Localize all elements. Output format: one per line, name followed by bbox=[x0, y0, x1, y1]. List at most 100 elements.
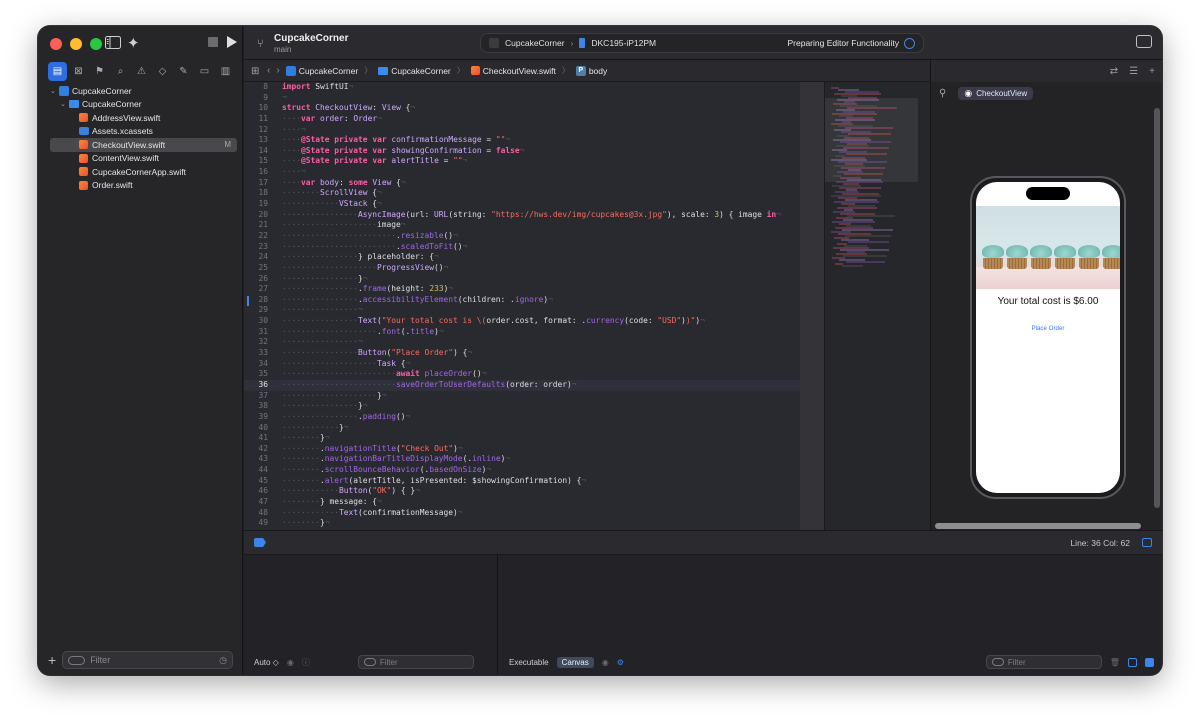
canvas-horizontal-scrollbar[interactable] bbox=[935, 523, 1141, 529]
code-line[interactable]: 18 ········ScrollView {¬ bbox=[244, 188, 800, 199]
close-window-button[interactable] bbox=[50, 38, 62, 50]
panel-toggle-icon[interactable] bbox=[1142, 538, 1152, 547]
code-line[interactable]: 45 ········.alert(alertTitle, isPresented… bbox=[244, 476, 800, 487]
chevron-down-icon[interactable]: ⌄ bbox=[60, 100, 68, 108]
scheme-target[interactable]: CupcakeCorner bbox=[505, 38, 565, 48]
code-line[interactable]: 14 ····@State private var showingConfirma… bbox=[244, 146, 800, 157]
canvas-tab[interactable]: Canvas bbox=[556, 656, 594, 668]
code-line[interactable]: 36 ························saveOrderToUse… bbox=[244, 379, 800, 391]
place-order-button[interactable]: Place Order bbox=[976, 325, 1120, 332]
debug-navigator-icon[interactable]: ⚙ bbox=[617, 658, 624, 667]
navigator-filter-field[interactable]: Filter ◷ bbox=[62, 651, 233, 669]
code-line[interactable]: 46 ············Button("OK") { }¬ bbox=[244, 486, 800, 497]
trash-icon[interactable]: 🗑 bbox=[1110, 658, 1120, 667]
inspector-toggle-icon[interactable] bbox=[1136, 35, 1152, 48]
recent-files-icon[interactable]: ◷ bbox=[219, 655, 227, 666]
breadcrumb-symbol[interactable]: Pbody bbox=[575, 65, 607, 76]
code-lines[interactable]: 8 import SwiftUI¬ 9 ¬ 10 struct CheckoutView:… bbox=[244, 82, 800, 530]
minimize-window-button[interactable] bbox=[70, 38, 82, 50]
code-line[interactable]: 23 ························.scaledToFit()… bbox=[244, 242, 800, 253]
source-editor[interactable]: 8 import SwiftUI¬ 9 ¬ 10 struct CheckoutView:… bbox=[244, 82, 824, 530]
code-line[interactable]: 26 ················}¬ bbox=[244, 274, 800, 285]
info-icon[interactable]: ⓘ bbox=[302, 657, 310, 668]
code-line[interactable]: 17 ····var body: some View {¬ bbox=[244, 178, 800, 189]
code-line[interactable]: 25 ····················ProgressView()¬ bbox=[244, 263, 800, 274]
sidebar-item[interactable]: ContentView.swift bbox=[38, 152, 243, 166]
code-line[interactable]: 20 ················AsyncImage(url: URL(st… bbox=[244, 210, 800, 221]
related-items-icon[interactable]: ⊞ bbox=[251, 66, 261, 77]
code-line[interactable]: 29 ················¬ bbox=[244, 305, 800, 316]
code-line[interactable]: 41 ········}¬ bbox=[244, 433, 800, 444]
find-icon[interactable]: ⌕ bbox=[111, 62, 130, 81]
canvas-vertical-scrollbar[interactable] bbox=[1154, 108, 1160, 508]
sidebar-item[interactable]: CheckoutView.swift M bbox=[50, 138, 237, 152]
sparkle-icon[interactable]: ✦ bbox=[127, 34, 140, 52]
code-line[interactable]: 15 ····@State private var alertTitle = ""… bbox=[244, 156, 800, 167]
code-line[interactable]: 19 ············VStack {¬ bbox=[244, 199, 800, 210]
auto-selector[interactable]: Auto ◇ bbox=[254, 658, 279, 667]
adjust-editor-icon[interactable]: ☰ bbox=[1129, 66, 1138, 77]
breakpoint-icon[interactable]: ▭ bbox=[195, 62, 214, 81]
test-icon[interactable]: ◇ bbox=[153, 62, 172, 81]
code-line[interactable]: 48 ············Text(confirmationMessage)¬ bbox=[244, 508, 800, 519]
add-icon[interactable]: + bbox=[48, 652, 56, 668]
sidebar-item[interactable]: ⌄ CupcakeCorner bbox=[38, 98, 243, 112]
sidebar-toggle-icon[interactable] bbox=[105, 36, 121, 50]
forward-arrow-icon[interactable]: › bbox=[276, 65, 279, 76]
code-line[interactable]: 39 ················.padding()¬ bbox=[244, 412, 800, 423]
breadcrumb-folder[interactable]: CupcakeCorner bbox=[378, 66, 451, 76]
code-line[interactable]: 33 ················Button("Place Order") … bbox=[244, 348, 800, 359]
sidebar-item[interactable]: AddressView.swift bbox=[38, 111, 243, 125]
editor-scroll-gutter[interactable] bbox=[800, 82, 824, 530]
report-icon[interactable]: ▥ bbox=[216, 62, 235, 81]
code-line[interactable]: 28 ················.accessibilityElement(… bbox=[244, 295, 800, 306]
executable-tab[interactable]: Executable bbox=[509, 658, 549, 667]
code-line[interactable]: 49 ········}¬ bbox=[244, 518, 800, 529]
project-navigator-icon[interactable]: ▤ bbox=[48, 62, 67, 81]
filter-options-icon[interactable] bbox=[68, 655, 86, 665]
code-line[interactable]: 12 ····¬ bbox=[244, 125, 800, 136]
code-line[interactable]: 42 ········.navigationTitle("Check Out")¬ bbox=[244, 444, 800, 455]
code-line[interactable]: 13 ····@State private var confirmationMes… bbox=[244, 135, 800, 146]
source-control-icon[interactable]: ⊠ bbox=[69, 62, 88, 81]
code-line[interactable]: 24 ················} placeholder: {¬ bbox=[244, 252, 800, 263]
pin-icon[interactable]: ⚲ bbox=[939, 88, 946, 99]
code-line[interactable]: 16 ····¬ bbox=[244, 167, 800, 178]
sidebar-item[interactable]: ⌄ CupcakeCorner bbox=[38, 84, 243, 98]
preview-selector[interactable]: ◉ CheckoutView bbox=[958, 86, 1034, 100]
code-line[interactable]: 32 ················¬ bbox=[244, 337, 800, 348]
code-line[interactable]: 43 ········.navigationBarTitleDisplayMode… bbox=[244, 454, 800, 465]
back-arrow-icon[interactable]: ‹ bbox=[267, 65, 270, 76]
debug-icon[interactable]: ✎ bbox=[174, 62, 193, 81]
code-line[interactable]: 10 struct CheckoutView: View {¬ bbox=[244, 103, 800, 114]
sidebar-item[interactable]: Order.swift bbox=[38, 179, 243, 193]
minimap[interactable] bbox=[824, 82, 930, 530]
code-line[interactable]: 30 ················Text("Your total cost … bbox=[244, 316, 800, 327]
code-line[interactable]: 37 ····················}¬ bbox=[244, 391, 800, 402]
code-line[interactable]: 35 ························await placeOrd… bbox=[244, 369, 800, 380]
code-line[interactable]: 11 ····var order: Order¬ bbox=[244, 114, 800, 125]
variables-filter-field[interactable]: Filter bbox=[357, 655, 474, 669]
chevron-down-icon[interactable]: ⌄ bbox=[50, 87, 58, 95]
eye-icon[interactable]: ◉ bbox=[287, 658, 294, 667]
zoom-window-button[interactable] bbox=[90, 38, 102, 50]
eye-icon[interactable]: ◉ bbox=[602, 658, 609, 667]
code-line[interactable]: 22 ························.resizable()¬ bbox=[244, 231, 800, 242]
stop-icon[interactable] bbox=[208, 37, 218, 47]
code-line[interactable]: 27 ················.frame(height: 233)¬ bbox=[244, 284, 800, 295]
swap-icon[interactable]: ⇄ bbox=[1110, 66, 1118, 77]
sidebar-item[interactable]: Assets.xcassets bbox=[38, 125, 243, 139]
add-editor-icon[interactable]: + bbox=[1149, 66, 1155, 77]
scheme-activity-bar[interactable]: CupcakeCorner › DKC195-iP12PM Preparing … bbox=[480, 33, 924, 53]
code-line[interactable]: 40 ············}¬ bbox=[244, 423, 800, 434]
scheme-device[interactable]: DKC195-iP12PM bbox=[591, 38, 656, 48]
issue-icon[interactable]: ⚠ bbox=[132, 62, 151, 81]
bookmark-icon[interactable]: ⚑ bbox=[90, 62, 109, 81]
breadcrumb-file[interactable]: CheckoutView.swift bbox=[470, 66, 556, 76]
code-line[interactable]: 9 ¬ bbox=[244, 93, 800, 104]
right-panel-icon[interactable] bbox=[1145, 657, 1154, 667]
code-line[interactable]: 34 ····················Task {¬ bbox=[244, 359, 800, 370]
sidebar-item[interactable]: CupcakeCornerApp.swift bbox=[38, 165, 243, 179]
code-line[interactable]: 31 ····················.font(.title)¬ bbox=[244, 327, 800, 338]
run-icon[interactable] bbox=[227, 36, 237, 48]
